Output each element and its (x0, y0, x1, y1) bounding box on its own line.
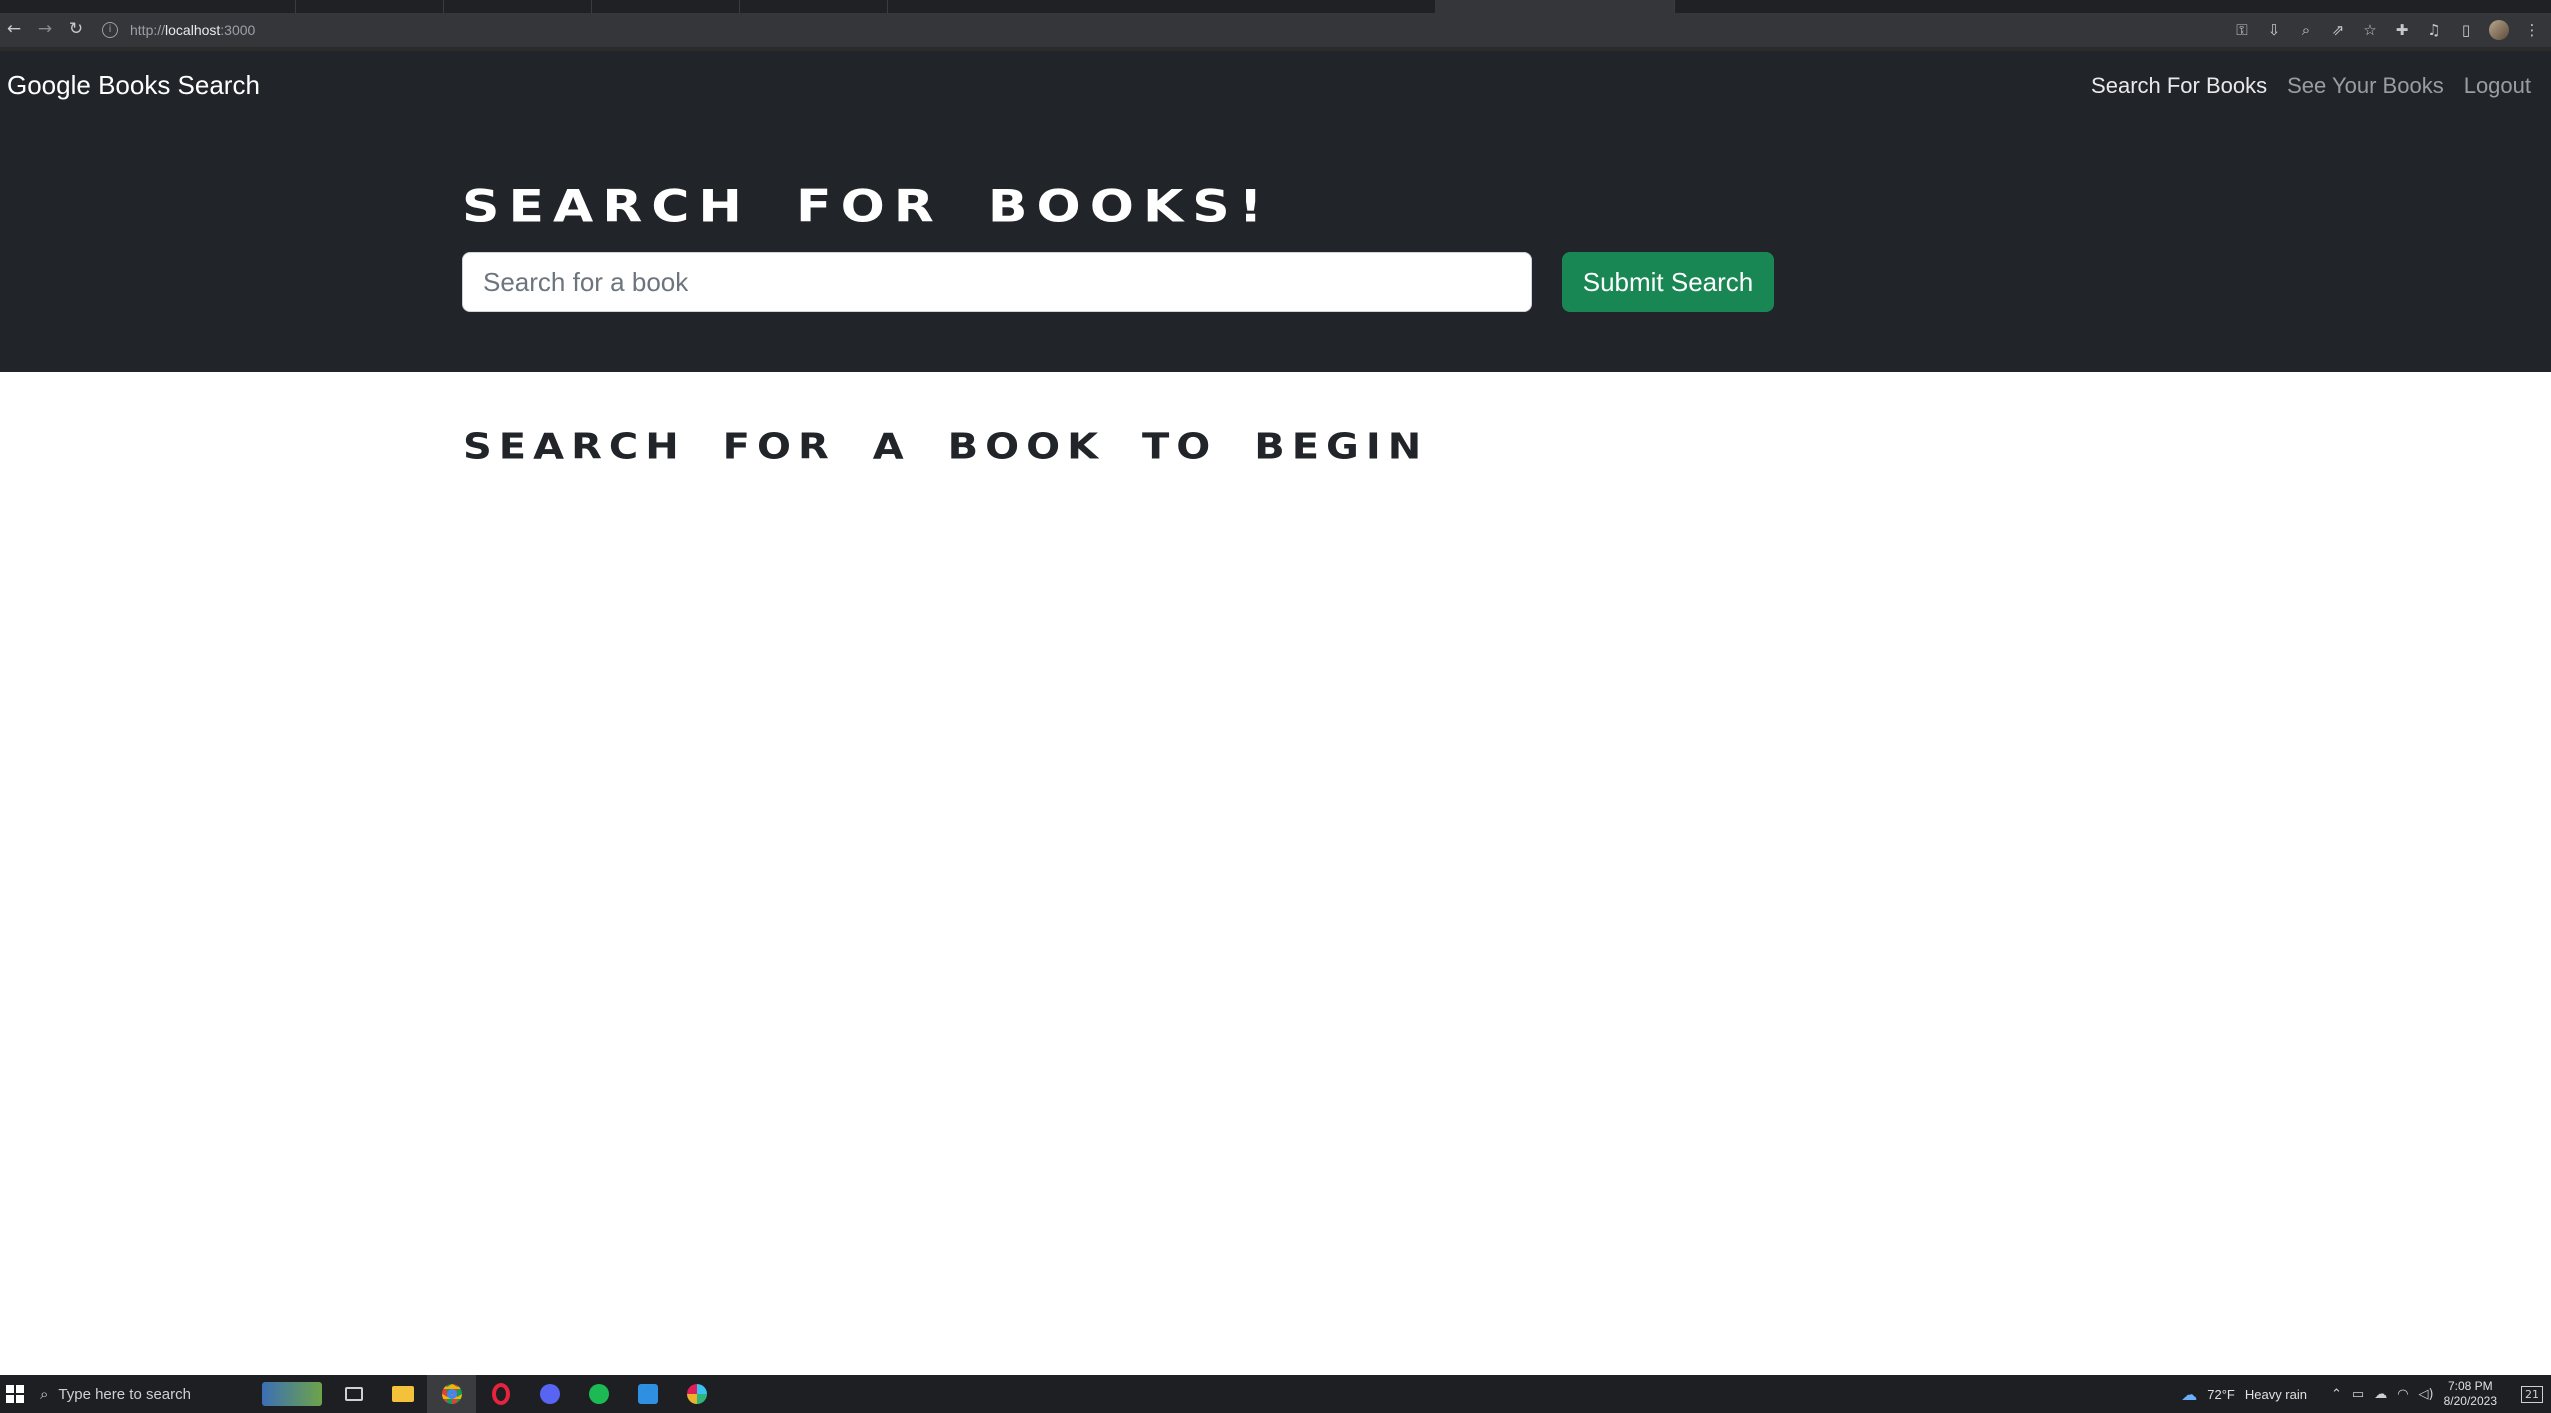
info-icon[interactable]: i (102, 22, 118, 38)
forward-icon[interactable]: → (33, 17, 57, 41)
news-widget-icon[interactable] (254, 1375, 329, 1413)
browser-tab[interactable] (592, 0, 740, 13)
taskbar-apps (254, 1375, 721, 1413)
browser-toolbar: ← → ↻ i http:// localhost :3000 ⚿ ⇩ ⌕ ⇗ … (0, 13, 2551, 47)
opera-icon[interactable] (476, 1375, 525, 1413)
extensions-icon[interactable]: ✚ (2393, 21, 2411, 39)
reload-icon[interactable]: ↻ (64, 17, 88, 41)
nav-logout[interactable]: Logout (2464, 73, 2531, 99)
submit-search-button[interactable]: Submit Search (1562, 252, 1774, 312)
taskbar-search-placeholder: Type here to search (58, 1385, 191, 1403)
app-navbar: Google Books Search Search For Books See… (0, 51, 2551, 125)
search-input[interactable] (462, 252, 1532, 312)
browser-tab[interactable] (740, 0, 888, 13)
spotify-icon[interactable] (574, 1375, 623, 1413)
clock-time: 7:08 PM (2447, 1379, 2493, 1393)
browser-tab[interactable] (444, 0, 592, 13)
url-port: :3000 (220, 22, 256, 38)
clock[interactable]: 7:08 PM 8/20/2023 (2444, 1379, 2497, 1409)
chrome-icon[interactable] (427, 1375, 476, 1413)
star-icon[interactable]: ☆ (2361, 21, 2379, 39)
search-hero: SEARCH FOR BOOKS! Submit Search (0, 125, 2551, 372)
brand-link[interactable]: Google Books Search (7, 70, 260, 101)
browser-tabstrip (0, 0, 2551, 13)
battery-icon[interactable]: ▭ (2352, 1387, 2364, 1402)
hero-title: SEARCH FOR BOOKS! (462, 181, 1272, 233)
address-bar[interactable]: i http:// localhost :3000 (102, 17, 255, 43)
weather-temp[interactable]: 72°F (2207, 1387, 2235, 1402)
nav-links: Search For Books See Your Books Logout (2091, 73, 2531, 99)
wifi-icon[interactable]: ◠ (2397, 1387, 2408, 1402)
sidepanel-icon[interactable]: ▯ (2457, 21, 2475, 39)
url-scheme: http:// (130, 22, 166, 38)
windows-start-icon[interactable] (6, 1385, 24, 1403)
slack-icon[interactable] (672, 1375, 721, 1413)
profile-avatar[interactable] (2489, 20, 2509, 40)
system-tray: ☁ 72°F Heavy rain ⌃ ▭ ☁ ◠ ◁) 7:08 PM 8/2… (2181, 1375, 2543, 1413)
menu-icon[interactable]: ⋮ (2523, 21, 2541, 39)
search-icon: ⌕ (40, 1385, 49, 1403)
results-heading: SEARCH FOR A BOOK TO BEGIN (463, 426, 1429, 468)
browser-tab[interactable] (0, 0, 296, 13)
toolbar-actions: ⚿ ⇩ ⌕ ⇗ ☆ ✚ ♫ ▯ ⋮ (2233, 17, 2541, 43)
weather-text[interactable]: Heavy rain (2245, 1387, 2307, 1402)
file-explorer-icon[interactable] (378, 1375, 427, 1413)
volume-icon[interactable]: ◁) (2419, 1387, 2434, 1402)
zoom-icon[interactable]: ⌕ (2297, 21, 2315, 39)
taskbar-search[interactable]: ⌕ Type here to search (40, 1375, 250, 1413)
share-icon[interactable]: ⇗ (2329, 21, 2347, 39)
clock-date: 8/20/2023 (2443, 1394, 2497, 1408)
browser-tab-active[interactable] (1435, 0, 1675, 13)
taskbar: ⌕ Type here to search ☁ 72°F Heavy rain … (0, 1375, 2551, 1413)
media-icon[interactable]: ♫ (2425, 21, 2443, 39)
notifications-icon[interactable]: 21 (2521, 1385, 2543, 1403)
nav-see-your-books[interactable]: See Your Books (2287, 73, 2444, 99)
task-view-icon[interactable] (329, 1375, 378, 1413)
vscode-icon[interactable] (623, 1375, 672, 1413)
nav-search-books[interactable]: Search For Books (2091, 73, 2267, 99)
back-icon[interactable]: ← (2, 17, 26, 41)
onedrive-icon[interactable]: ☁ (2374, 1387, 2387, 1402)
discord-icon[interactable] (525, 1375, 574, 1413)
chevron-up-icon[interactable]: ⌃ (2331, 1387, 2342, 1402)
install-icon[interactable]: ⇩ (2265, 21, 2283, 39)
key-icon[interactable]: ⚿ (2233, 21, 2251, 39)
weather-icon[interactable]: ☁ (2181, 1385, 2197, 1404)
url-host: localhost (165, 22, 221, 38)
browser-tab[interactable] (296, 0, 444, 13)
